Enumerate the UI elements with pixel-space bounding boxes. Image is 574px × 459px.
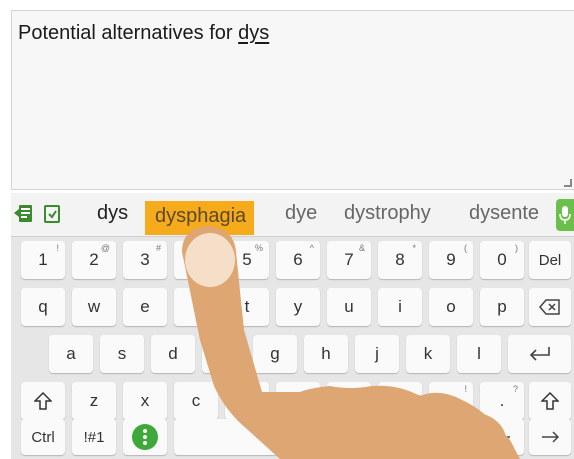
key-r[interactable]: r: [174, 288, 218, 326]
suggestion-bar: dys dysphagia dye dystrophy dysente: [11, 193, 574, 237]
key-j[interactable]: j: [355, 335, 399, 373]
suggestion-item[interactable]: dye: [285, 202, 317, 225]
key-9[interactable]: 9(: [429, 241, 473, 279]
key-f[interactable]: f: [202, 335, 246, 373]
key-z[interactable]: z: [72, 382, 116, 420]
key-s[interactable]: s: [100, 335, 144, 373]
key-1[interactable]: 1!: [21, 241, 65, 279]
key-3[interactable]: 3 #: [123, 241, 167, 279]
editor-underlined-word: dys: [238, 22, 270, 44]
key-6[interactable]: 6 ^: [276, 241, 320, 279]
paste-icon[interactable]: [41, 203, 63, 225]
editor-prefix-text: Potential alternatives for: [18, 22, 239, 44]
key-8[interactable]: 8 *: [378, 241, 422, 279]
key-n[interactable]: n: [327, 382, 371, 420]
suggestion-item[interactable]: dysente: [469, 202, 539, 225]
key-7[interactable]: 7 &: [327, 241, 371, 279]
key-h[interactable]: h: [304, 335, 348, 373]
enter-icon: [529, 347, 550, 361]
editor-text-line: Potential alternatives for dys: [18, 22, 269, 45]
key-g[interactable]: g: [253, 335, 297, 373]
enter-key[interactable]: [508, 335, 571, 373]
ctrl-key[interactable]: Ctrl: [21, 419, 65, 455]
key-b[interactable]: b: [276, 382, 320, 420]
key-v[interactable]: v: [225, 382, 269, 420]
shift-icon: [34, 392, 52, 410]
suggestion-typed[interactable]: dys: [97, 202, 128, 225]
key-5[interactable]: 5%: [225, 241, 269, 279]
clipboard-icon[interactable]: [13, 203, 35, 225]
delete-key[interactable]: Del: [529, 241, 571, 279]
key-a[interactable]: a: [49, 335, 93, 373]
resize-handle: [564, 179, 572, 187]
space-bar[interactable]: [174, 419, 474, 455]
shift-icon: [541, 392, 559, 410]
key-i[interactable]: i: [378, 288, 422, 326]
key-4[interactable]: 4 $: [174, 241, 218, 279]
key-0[interactable]: 0): [480, 241, 524, 279]
key-w[interactable]: w: [72, 288, 116, 326]
key-x[interactable]: x: [123, 382, 167, 420]
shift-key-right[interactable]: [529, 382, 571, 420]
key-t[interactable]: t: [225, 288, 269, 326]
key-comma[interactable]: ,!: [429, 382, 473, 420]
backspace-icon: [539, 299, 560, 315]
emoji-menu-icon: [132, 424, 158, 450]
key-o[interactable]: o: [429, 288, 473, 326]
text-editor[interactable]: Potential alternatives for dys: [11, 10, 574, 190]
key-p[interactable]: p: [480, 288, 524, 326]
key-2[interactable]: 2 @: [72, 241, 116, 279]
soft-keyboard: dys dysphagia dye dystrophy dysente 1! 2…: [11, 193, 574, 459]
symbols-key[interactable]: !#1: [72, 419, 116, 455]
emoji-menu-key[interactable]: [123, 419, 167, 455]
key-k[interactable]: k: [406, 335, 450, 373]
key-e[interactable]: e: [123, 288, 167, 326]
key-d[interactable]: d: [151, 335, 195, 373]
left-arrow-key[interactable]: [480, 419, 524, 455]
right-arrow-key[interactable]: [529, 419, 571, 455]
key-u[interactable]: u: [327, 288, 371, 326]
key-l[interactable]: l: [457, 335, 501, 373]
key-y[interactable]: y: [276, 288, 320, 326]
backspace-key[interactable]: [529, 288, 571, 326]
key-m[interactable]: m: [378, 382, 422, 420]
key-q[interactable]: q: [21, 288, 65, 326]
arrow-right-icon: [542, 431, 559, 443]
suggestion-selected[interactable]: dysphagia: [145, 201, 255, 235]
suggestion-item[interactable]: dystrophy: [344, 202, 431, 225]
key-c[interactable]: c: [174, 382, 218, 420]
microphone-icon: [559, 206, 571, 224]
key-period[interactable]: .?: [480, 382, 524, 420]
microphone-button[interactable]: [556, 199, 574, 231]
shift-key-left[interactable]: [21, 382, 65, 420]
arrow-left-icon: [493, 431, 510, 443]
